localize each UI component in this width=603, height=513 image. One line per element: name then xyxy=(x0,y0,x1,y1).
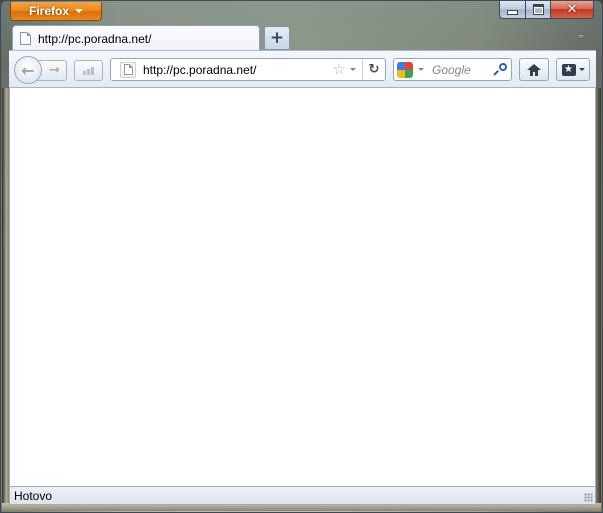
maximize-button[interactable] xyxy=(525,1,550,19)
tab-list-chevron-icon[interactable] xyxy=(578,35,584,38)
search-input[interactable] xyxy=(432,62,493,77)
history-dropdown-icon[interactable] xyxy=(350,68,356,71)
firefox-menu-button[interactable]: Firefox xyxy=(10,2,102,21)
chevron-down-icon xyxy=(75,9,83,13)
tab-title: http://pc.poradna.net/ xyxy=(38,31,152,46)
signal-bar xyxy=(87,69,90,75)
browser-window: Firefox ✕ http://pc.poradna.net/ + ← → h… xyxy=(0,0,603,513)
back-button[interactable]: ← xyxy=(14,56,42,84)
caption-buttons: ✕ xyxy=(499,1,594,20)
signal-bars-icon xyxy=(83,71,86,75)
site-identity-button[interactable] xyxy=(120,61,136,78)
resize-grip-icon[interactable] xyxy=(584,493,593,502)
close-icon: ✕ xyxy=(566,2,578,17)
star-icon[interactable]: ☆ xyxy=(333,62,346,77)
window-frame-left xyxy=(2,88,9,504)
firefox-menu-label: Firefox xyxy=(28,4,69,18)
back-arrow-icon: ← xyxy=(21,60,35,80)
close-button[interactable]: ✕ xyxy=(550,1,594,19)
navigation-toolbar: ← → http://pc.poradna.net/ ☆ ↻ Google ★ xyxy=(9,50,596,88)
new-tab-button[interactable]: + xyxy=(264,26,290,50)
minimize-icon xyxy=(507,10,518,15)
page-icon xyxy=(20,32,31,45)
forward-arrow-icon: → xyxy=(49,63,60,78)
google-icon[interactable] xyxy=(397,61,413,78)
signal-bar xyxy=(91,67,94,75)
url-text[interactable]: http://pc.poradna.net/ xyxy=(143,63,333,77)
home-button[interactable] xyxy=(519,58,549,81)
page-icon xyxy=(123,64,133,75)
bookmarks-button[interactable]: ★ xyxy=(556,58,590,81)
search-bar[interactable] xyxy=(393,58,512,81)
desktop-background: Firefox ✕ http://pc.poradna.net/ + ← → h… xyxy=(0,0,603,513)
status-text: Hotovo xyxy=(14,488,53,503)
bookmarks-icon: ★ xyxy=(561,63,576,76)
signal-button[interactable] xyxy=(74,60,103,81)
chevron-down-icon xyxy=(578,68,585,71)
page-content[interactable] xyxy=(9,88,596,486)
url-bar[interactable]: http://pc.poradna.net/ ☆ ↻ xyxy=(110,58,386,81)
status-bar: Hotovo xyxy=(9,486,596,505)
search-engine-dropdown-icon[interactable] xyxy=(418,68,424,71)
reload-icon: ↻ xyxy=(368,62,380,77)
reload-button[interactable]: ↻ xyxy=(362,59,385,80)
minimize-button[interactable] xyxy=(499,1,525,19)
tab-active[interactable]: http://pc.poradna.net/ xyxy=(12,25,260,51)
magnifier-icon[interactable] xyxy=(493,62,507,77)
home-icon xyxy=(527,63,541,76)
maximize-icon xyxy=(532,4,544,15)
